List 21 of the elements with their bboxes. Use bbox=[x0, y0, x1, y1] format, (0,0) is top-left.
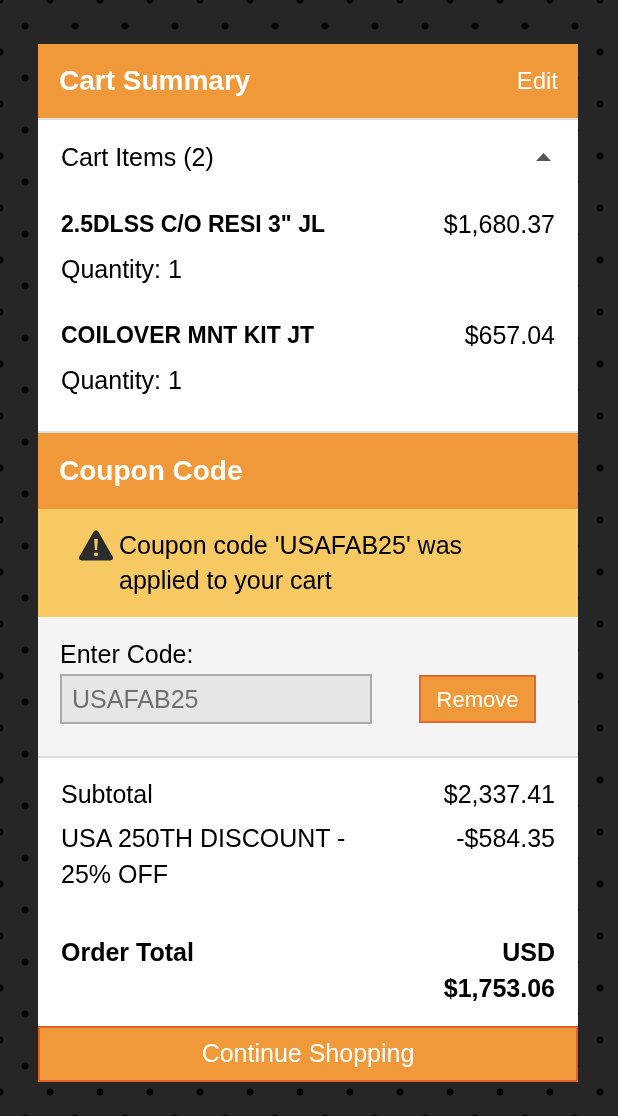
item-price: $657.04 bbox=[464, 320, 555, 350]
total-label: Subtotal bbox=[61, 779, 154, 810]
item-quantity: Quantity: 1 bbox=[61, 365, 183, 395]
item-name: COILOVER MNT KIT JT bbox=[61, 321, 314, 350]
coupon-title: Coupon Code bbox=[59, 454, 243, 488]
total-label: USA 250TH DISCOUNT - 25% OFF bbox=[61, 823, 347, 890]
item-price: $1,680.37 bbox=[443, 209, 555, 239]
total-value: $2,337.41 bbox=[443, 779, 555, 810]
alert-message: Coupon code 'USAFAB25' was applied to your cart bbox=[119, 530, 464, 596]
continue-shopping-button[interactable]: Continue Shopping bbox=[38, 1026, 578, 1082]
total-value: -$584.35 bbox=[456, 823, 555, 854]
remove-button[interactable]: Remove bbox=[419, 675, 536, 723]
cart-items-toggle[interactable]: Cart Items (2) bbox=[61, 142, 555, 172]
item-name: 2.5DLSS C/O RESI 3" JL bbox=[61, 210, 325, 239]
warning-icon bbox=[78, 529, 114, 561]
panel-title: Cart Summary bbox=[59, 64, 251, 98]
order-total-value: USD $1,753.06 bbox=[442, 937, 555, 1004]
edit-link[interactable]: Edit bbox=[516, 66, 558, 96]
order-total-label: Order Total bbox=[61, 937, 194, 968]
item-quantity: Quantity: 1 bbox=[61, 254, 183, 284]
code-field-label: Enter Code: bbox=[60, 639, 195, 669]
